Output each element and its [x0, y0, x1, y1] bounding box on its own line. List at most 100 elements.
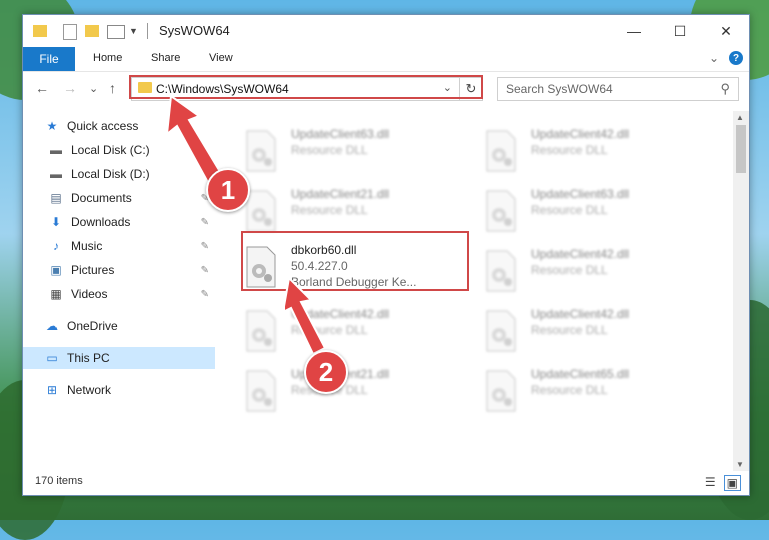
sidebar-item[interactable]: ▦ Videos ✎: [23, 283, 215, 305]
properties-icon[interactable]: [63, 24, 77, 40]
dll-file-icon: [483, 369, 519, 413]
file-name: UpdateClient65.dll: [531, 367, 630, 381]
pin-icon[interactable]: ✎: [201, 289, 209, 300]
file-type: Resource DLL: [531, 143, 608, 157]
file-type: Resource DLL: [531, 263, 608, 277]
dll-file-icon: [483, 249, 519, 293]
tab-home[interactable]: Home: [93, 52, 122, 64]
file-tile[interactable]: UpdateClient42.dll Resource DLL: [483, 245, 683, 297]
recent-locations-button[interactable]: ⌄: [89, 82, 98, 95]
sidebar-item-label: Videos: [71, 287, 108, 301]
large-icons-view-icon[interactable]: ▣: [723, 475, 741, 491]
help-icon[interactable]: ?: [729, 51, 743, 65]
download-icon: ⬇: [50, 215, 62, 229]
file-type: Resource DLL: [291, 143, 368, 157]
sidebar-item[interactable]: ⊞ Network: [23, 379, 215, 401]
videos-icon: ▦: [50, 287, 62, 301]
window-title: SysWOW64: [159, 23, 230, 38]
navigation-bar: ← → ⌄ ↑ C:\Windows\SysWOW64 ⌄ ↻ Search S…: [23, 75, 749, 103]
dll-file-icon: [243, 369, 279, 413]
pin-icon[interactable]: ✎: [201, 217, 209, 228]
up-button[interactable]: ↑: [109, 80, 116, 96]
file-type: Resource DLL: [531, 323, 608, 337]
pictures-icon: ▣: [50, 263, 62, 277]
drive-icon: ▬: [50, 143, 62, 157]
scroll-up-icon[interactable]: ▲: [736, 113, 744, 122]
sidebar-item-label: Music: [71, 239, 103, 253]
sidebar-item[interactable]: ☁ OneDrive: [23, 315, 215, 337]
file-tile[interactable]: UpdateClient21.dll Resource DLL: [243, 185, 443, 237]
sidebar-item[interactable]: ▣ Pictures ✎: [23, 259, 215, 281]
sidebar-item-label: Pictures: [71, 263, 115, 277]
details-view-icon[interactable]: ☰: [705, 475, 716, 491]
dll-file-icon: [243, 129, 279, 173]
dll-file-icon: [483, 309, 519, 353]
file-type: Resource DLL: [531, 383, 608, 397]
quick-access-customize-icon[interactable]: [107, 25, 125, 39]
file-name: UpdateClient42.dll: [531, 127, 630, 141]
scroll-down-icon[interactable]: ▼: [736, 460, 744, 469]
file-name: UpdateClient63.dll: [291, 127, 390, 141]
file-name: UpdateClient63.dll: [531, 187, 630, 201]
step-badge-1: 1: [206, 168, 250, 212]
documents-icon: ▤: [50, 191, 62, 205]
sidebar-item[interactable]: ♪ Music ✎: [23, 235, 215, 257]
step-badge-2: 2: [304, 350, 348, 394]
file-tile[interactable]: UpdateClient63.dll Resource DLL: [483, 185, 683, 237]
file-tile[interactable]: UpdateClient42.dll Resource DLL: [483, 305, 683, 357]
sidebar-item[interactable]: ⬇ Downloads ✎: [23, 211, 215, 233]
dll-file-icon: [483, 189, 519, 233]
back-button[interactable]: ←: [35, 80, 49, 96]
file-tile[interactable]: UpdateClient65.dll Resource DLL: [483, 365, 683, 417]
file-type: Resource DLL: [531, 203, 608, 217]
file-name: UpdateClient21.dll: [291, 187, 390, 201]
ribbon-tabs: File Home Share View ⌄ ?: [23, 47, 749, 72]
search-icon: ⚲: [720, 81, 730, 96]
computer-icon: ▭: [46, 351, 58, 365]
pin-icon[interactable]: ✎: [201, 265, 209, 276]
ribbon-collapse-icon[interactable]: ⌄: [709, 51, 719, 65]
status-bar: 170 items ☰ ▣: [23, 469, 749, 495]
search-placeholder: Search SysWOW64: [506, 82, 613, 96]
file-name: UpdateClient42.dll: [531, 247, 630, 261]
item-count: 170 items: [35, 475, 83, 487]
vertical-scrollbar[interactable]: ▲ ▼: [733, 111, 749, 471]
tab-share[interactable]: Share: [151, 52, 180, 64]
search-input[interactable]: Search SysWOW64 ⚲: [497, 77, 739, 101]
sidebar-item[interactable]: ▭ This PC: [23, 347, 215, 369]
file-tile[interactable]: UpdateClient63.dll Resource DLL: [243, 125, 443, 177]
file-explorer-window: ▼ SysWOW64 — ☐ ✕ File Home Share View ⌄ …: [22, 14, 750, 496]
sidebar-item-label: Local Disk (D:): [71, 167, 150, 181]
dll-file-icon: [243, 309, 279, 353]
file-name: UpdateClient42.dll: [531, 307, 630, 321]
file-tile[interactable]: UpdateClient42.dll Resource DLL: [483, 125, 683, 177]
tab-file[interactable]: File: [23, 47, 75, 71]
tab-view[interactable]: View: [209, 52, 233, 64]
sidebar-item-label: Network: [67, 383, 112, 397]
minimize-button[interactable]: —: [611, 15, 657, 47]
title-bar: ▼ SysWOW64 — ☐ ✕: [23, 15, 749, 47]
pin-icon[interactable]: ✎: [201, 241, 209, 252]
sidebar-item-label: This PC: [67, 351, 110, 365]
file-type: Resource DLL: [291, 203, 368, 217]
sidebar-item-label: Local Disk (C:): [71, 143, 150, 157]
folder-icon: [33, 25, 47, 37]
sidebar-item-label: Downloads: [71, 215, 131, 229]
sidebar-item-label: OneDrive: [67, 319, 118, 333]
music-icon: ♪: [53, 239, 59, 253]
scrollbar-thumb[interactable]: [736, 125, 746, 173]
close-button[interactable]: ✕: [703, 15, 749, 47]
sidebar-item-label: Quick access: [67, 119, 139, 133]
annotation-arrow-2: [285, 278, 327, 356]
maximize-button[interactable]: ☐: [657, 15, 703, 47]
dll-file-icon: [483, 129, 519, 173]
new-folder-icon[interactable]: [85, 25, 99, 37]
forward-button[interactable]: →: [63, 80, 77, 96]
drive-icon: ▬: [50, 167, 62, 181]
star-icon: ★: [46, 119, 58, 133]
file-highlight-box: [241, 231, 469, 291]
sidebar-item-label: Documents: [71, 191, 132, 205]
network-icon: ⊞: [46, 383, 58, 397]
dropdown-arrow-icon[interactable]: ▼: [129, 26, 138, 42]
cloud-icon: ☁: [46, 319, 58, 333]
